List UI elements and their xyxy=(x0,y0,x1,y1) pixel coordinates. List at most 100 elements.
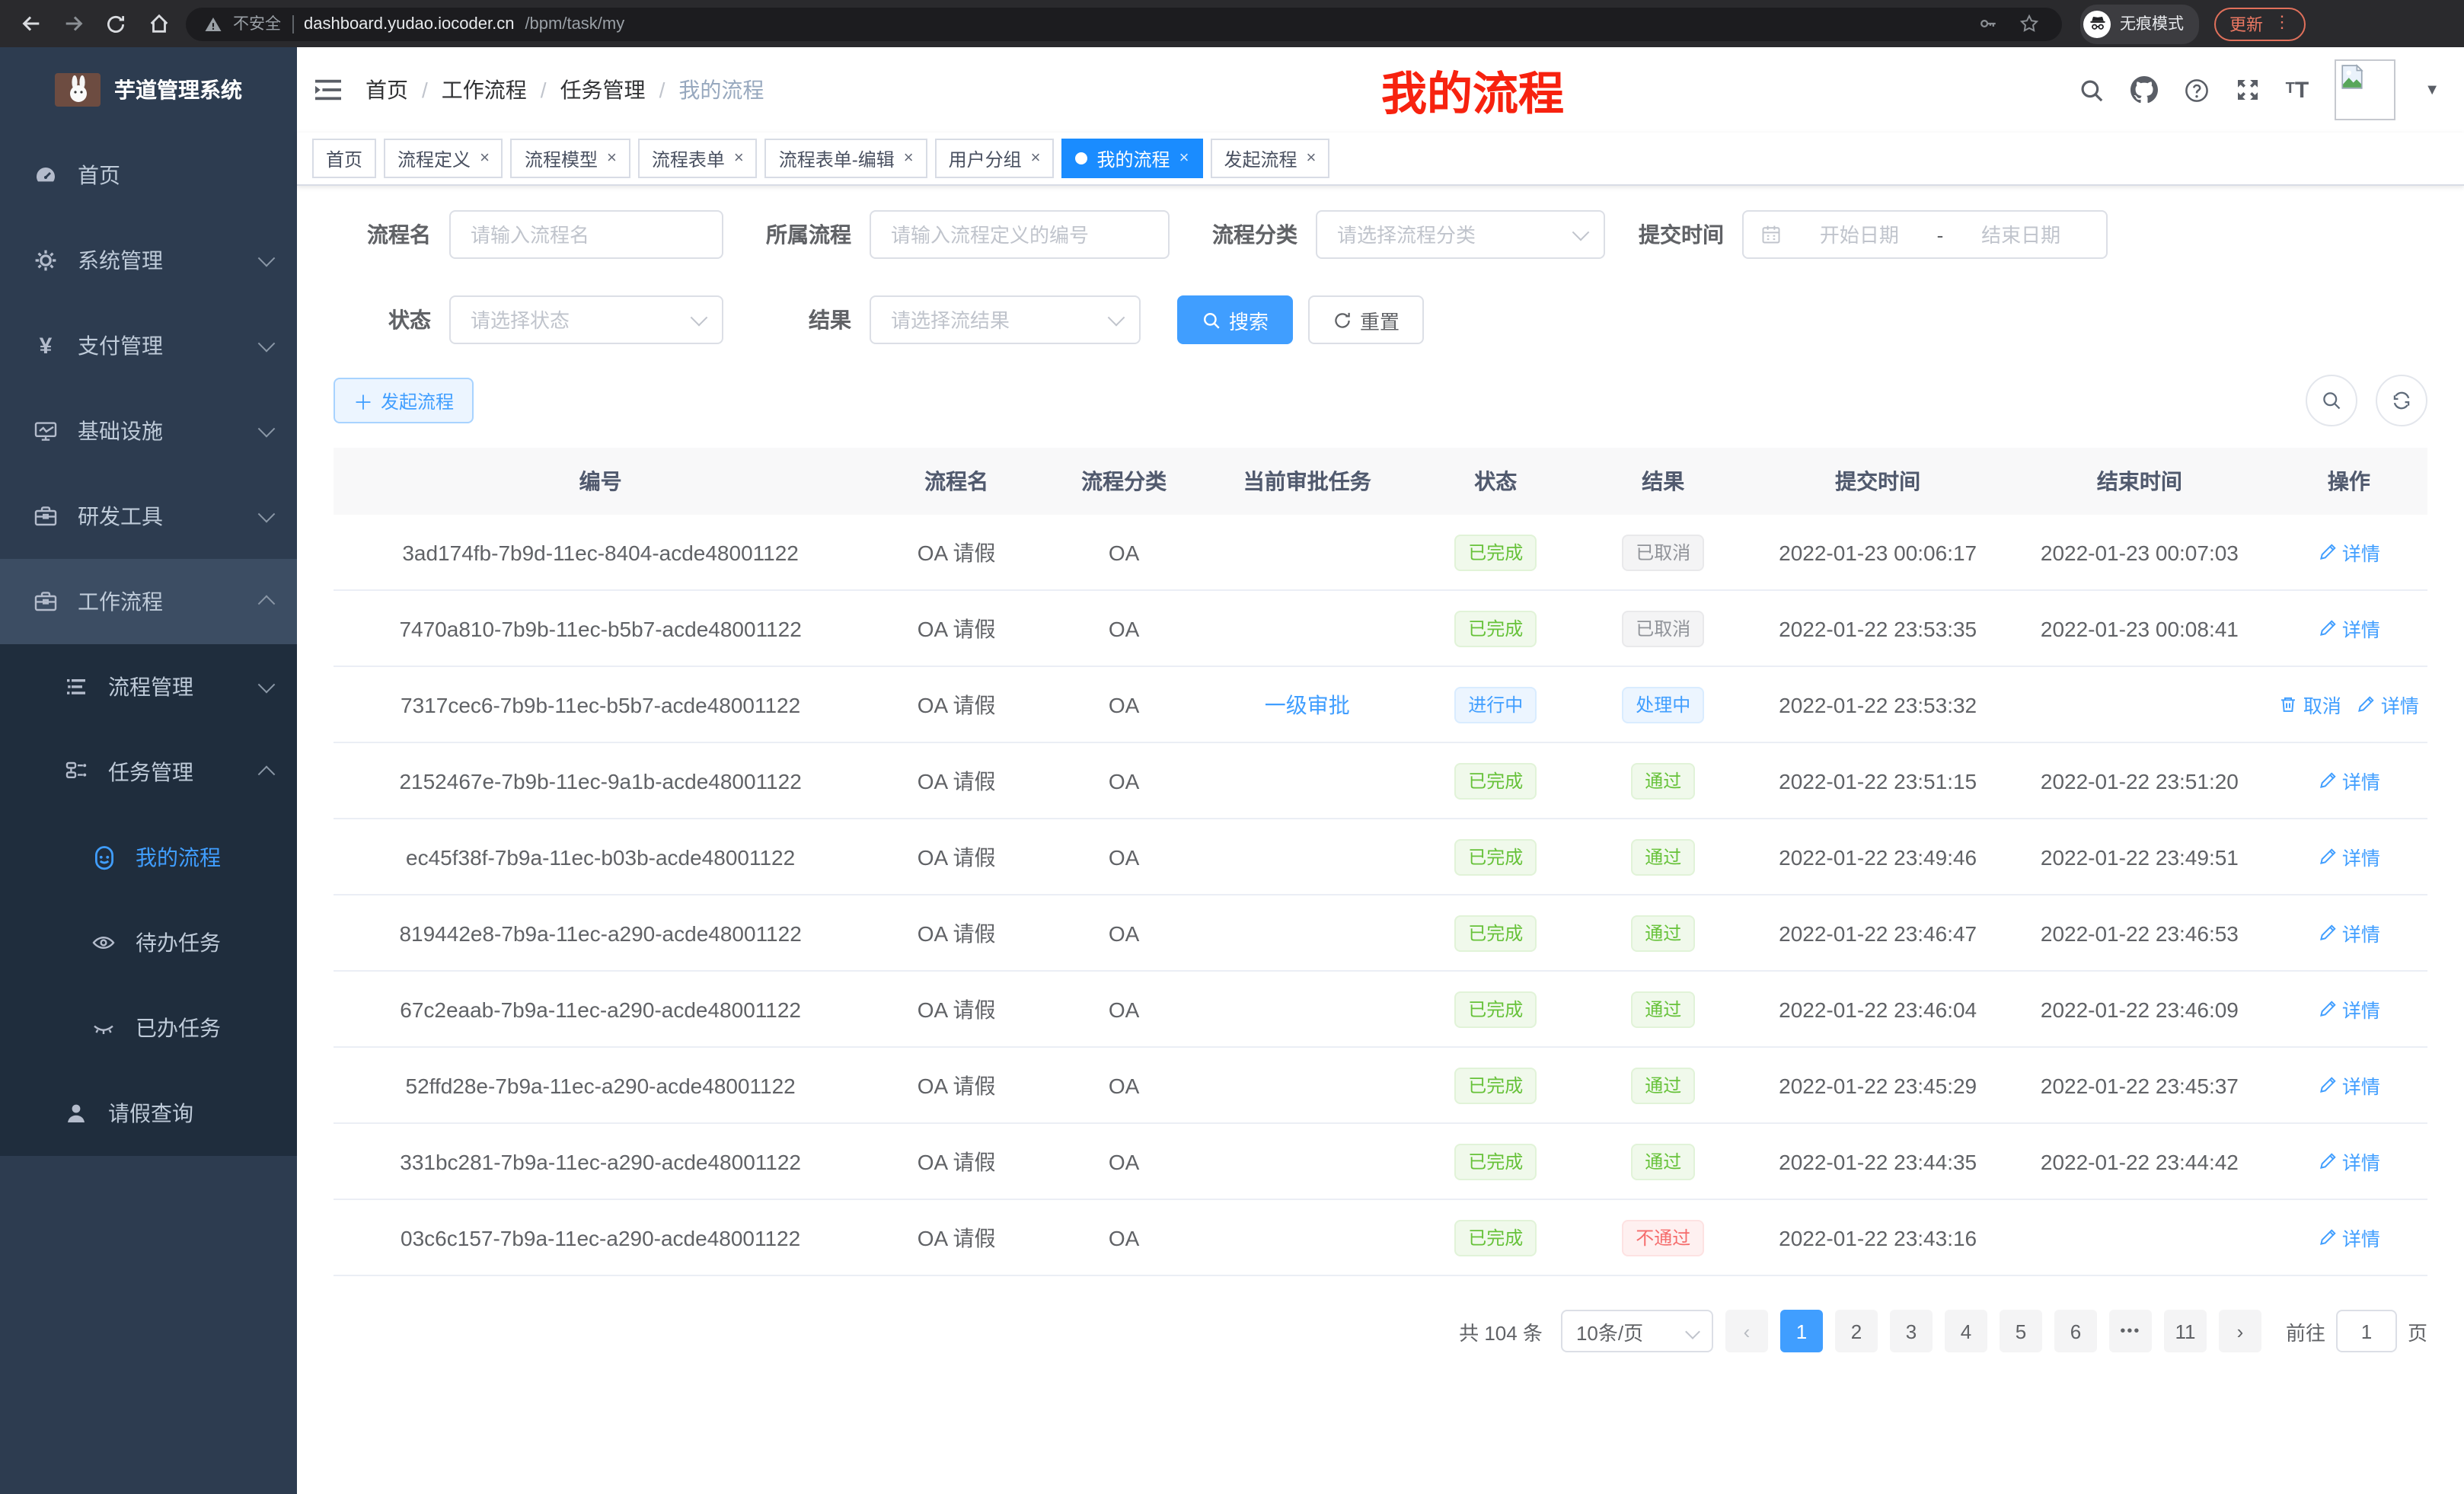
tab-process-form-edit[interactable]: 流程表单-编辑× xyxy=(765,139,927,178)
page-5-button[interactable]: 5 xyxy=(2000,1310,2042,1352)
help-icon[interactable] xyxy=(2184,77,2210,103)
tab-process-form[interactable]: 流程表单× xyxy=(638,139,758,178)
show-search-toggle-button[interactable] xyxy=(2306,375,2357,426)
process-name-input[interactable] xyxy=(449,210,723,259)
sidebar-item-label: 流程管理 xyxy=(108,672,193,702)
sidebar-item-home[interactable]: 首页 xyxy=(0,132,297,218)
forward-icon[interactable] xyxy=(58,8,88,39)
detail-link[interactable]: 详情 xyxy=(2318,538,2380,567)
next-page-button[interactable]: › xyxy=(2219,1310,2261,1352)
avatar[interactable] xyxy=(2335,59,2395,120)
sidebar-item-dev-tools[interactable]: 研发工具 xyxy=(0,474,297,559)
detail-link[interactable]: 详情 xyxy=(2318,1147,2380,1176)
back-icon[interactable] xyxy=(15,8,46,39)
key-icon[interactable] xyxy=(1972,8,2003,39)
table-row: 2152467e-7b9b-11ec-9a1b-acde48001122OA 请… xyxy=(334,743,2427,819)
tab-home[interactable]: 首页 xyxy=(312,139,376,178)
result-select[interactable] xyxy=(870,295,1141,344)
cell-end-time: 2022-01-23 00:08:41 xyxy=(2009,616,2271,640)
plus-icon: ＋ xyxy=(353,386,373,415)
browser-menu-icon[interactable]: ⋮ xyxy=(2274,15,2290,32)
tab-process-definition[interactable]: 流程定义× xyxy=(384,139,503,178)
create-process-button[interactable]: ＋ 发起流程 xyxy=(334,378,474,423)
font-size-icon[interactable]: TT xyxy=(2286,78,2309,101)
sidebar-item-payment-mgmt[interactable]: ¥支付管理 xyxy=(0,303,297,388)
detail-link[interactable]: 详情 xyxy=(2318,994,2380,1023)
close-icon[interactable]: × xyxy=(480,149,490,168)
close-icon[interactable]: × xyxy=(1031,149,1041,168)
detail-link[interactable]: 详情 xyxy=(2357,690,2419,719)
sidebar-item-system-mgmt[interactable]: 系统管理 xyxy=(0,218,297,303)
process-definition-input[interactable] xyxy=(870,210,1170,259)
page-6-button[interactable]: 6 xyxy=(2054,1310,2097,1352)
page-size-select[interactable]: 10条/页 xyxy=(1561,1310,1713,1352)
sidebar-item-todo-tasks[interactable]: 待办任务 xyxy=(0,900,297,985)
page-3-button[interactable]: 3 xyxy=(1890,1310,1933,1352)
fullscreen-icon[interactable] xyxy=(2236,78,2260,102)
sidebar-item-my-process[interactable]: 我的流程 xyxy=(0,815,297,900)
page-ellipsis-button[interactable]: ••• xyxy=(2109,1310,2152,1352)
tab-start-process[interactable]: 发起流程× xyxy=(1210,139,1329,178)
status-select[interactable] xyxy=(449,295,723,344)
breadcrumb-item[interactable]: 首页 xyxy=(365,75,408,105)
search-button[interactable]: 搜索 xyxy=(1177,295,1293,344)
detail-link[interactable]: 详情 xyxy=(2318,1223,2380,1252)
cancel-link[interactable]: 取消 xyxy=(2279,690,2341,719)
tab-user-group[interactable]: 用户分组× xyxy=(935,139,1055,178)
close-icon[interactable]: × xyxy=(607,149,617,168)
sidebar-item-task-mgmt[interactable]: 任务管理 xyxy=(0,729,297,815)
breadcrumb-item[interactable]: 工作流程 xyxy=(442,75,527,105)
close-icon[interactable]: × xyxy=(1179,149,1189,168)
cell-process-id: ec45f38f-7b9a-11ec-b03b-acde48001122 xyxy=(334,844,867,869)
cell-current-task: 一级审批 xyxy=(1202,689,1412,720)
hamburger-icon[interactable] xyxy=(315,79,341,101)
home-icon[interactable] xyxy=(143,8,174,39)
detail-link[interactable]: 详情 xyxy=(2318,614,2380,643)
security-label[interactable]: 不安全 xyxy=(233,12,281,35)
github-icon[interactable] xyxy=(2130,76,2158,104)
yen-icon: ¥ xyxy=(30,334,61,357)
cell-submit-time: 2022-01-22 23:46:04 xyxy=(1747,997,2009,1021)
tab-process-model[interactable]: 流程模型× xyxy=(511,139,630,178)
goto-page-input[interactable] xyxy=(2336,1310,2397,1352)
process-category-select[interactable] xyxy=(1316,210,1605,259)
breadcrumb-item[interactable]: 任务管理 xyxy=(560,75,646,105)
filter-label-name: 流程名 xyxy=(334,219,449,250)
chevron-up-icon xyxy=(258,766,276,784)
avatar-dropdown-caret[interactable]: ▼ xyxy=(2424,81,2440,98)
update-button[interactable]: 更新 ⋮ xyxy=(2214,7,2306,40)
sidebar-item-process-mgmt[interactable]: 流程管理 xyxy=(0,644,297,729)
cell-process-id: 3ad174fb-7b9d-11ec-8404-acde48001122 xyxy=(334,540,867,564)
start-date-input[interactable] xyxy=(1791,222,1928,247)
submit-time-range-picker[interactable]: - xyxy=(1742,210,2108,259)
tabs-view: 首页流程定义×流程模型×流程表单×流程表单-编辑×用户分组×我的流程×发起流程× xyxy=(297,132,2464,186)
prev-page-button[interactable]: ‹ xyxy=(1725,1310,1768,1352)
sidebar-item-done-tasks[interactable]: 已办任务 xyxy=(0,985,297,1071)
detail-link[interactable]: 详情 xyxy=(2318,842,2380,871)
table-row: 819442e8-7b9a-11ec-a290-acde48001122OA 请… xyxy=(334,895,2427,972)
url-bar[interactable]: 不安全 dashboard.yudao.iocoder.cn/bpm/task/… xyxy=(186,7,2062,40)
sidebar-item-infrastructure[interactable]: 基础设施 xyxy=(0,388,297,474)
detail-link[interactable]: 详情 xyxy=(2318,1071,2380,1100)
page-2-button[interactable]: 2 xyxy=(1835,1310,1878,1352)
detail-link[interactable]: 详情 xyxy=(2318,918,2380,947)
end-date-input[interactable] xyxy=(1952,222,2089,247)
reset-button[interactable]: 重置 xyxy=(1308,295,1424,344)
task-link[interactable]: 一级审批 xyxy=(1265,689,1350,720)
sidebar-item-workflow[interactable]: 工作流程 xyxy=(0,559,297,644)
refresh-button[interactable] xyxy=(2376,375,2427,426)
page-11-button[interactable]: 11 xyxy=(2164,1310,2207,1352)
close-icon[interactable]: × xyxy=(904,149,914,168)
bookmark-star-icon[interactable] xyxy=(2013,8,2044,39)
page-4-button[interactable]: 4 xyxy=(1945,1310,1987,1352)
close-icon[interactable]: × xyxy=(1306,149,1316,168)
tab-my-process[interactable]: 我的流程× xyxy=(1062,139,1203,178)
column-header: 结果 xyxy=(1579,466,1747,496)
close-icon[interactable]: × xyxy=(734,149,744,168)
search-icon[interactable] xyxy=(2079,77,2105,103)
column-header: 状态 xyxy=(1412,466,1579,496)
page-1-button[interactable]: 1 xyxy=(1780,1310,1823,1352)
reload-icon[interactable] xyxy=(101,8,131,39)
sidebar-item-leave-query[interactable]: 请假查询 xyxy=(0,1071,297,1156)
detail-link[interactable]: 详情 xyxy=(2318,766,2380,795)
